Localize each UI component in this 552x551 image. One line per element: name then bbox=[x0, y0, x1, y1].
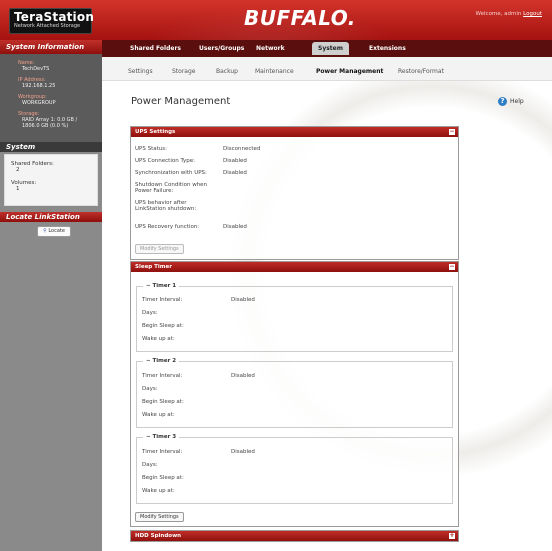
timer-3-begin-label: Begin Sleep at: bbox=[142, 475, 184, 481]
buffalo-brand: BUFFALO. bbox=[244, 6, 356, 30]
sidebar: System Information Name: TechDevTS IP Ad… bbox=[0, 40, 102, 551]
timer-3-group: − Timer 3 Timer Interval: Disabled Days:… bbox=[136, 434, 453, 504]
locate-button-label: Locate bbox=[48, 228, 65, 234]
storage-value-line2: 1806.0 GB (0.0 %) bbox=[22, 123, 69, 129]
ip-value: 192.168.1.25 bbox=[22, 83, 56, 89]
collapse-icon[interactable]: − bbox=[449, 129, 455, 135]
terastation-logo: TeraStation Network Attached Storage bbox=[9, 8, 95, 34]
shutdown-condition-label: Shutdown Condition when Power Failure: bbox=[135, 182, 208, 194]
timer-3-interval-value: Disabled bbox=[231, 449, 255, 455]
tab-shared-folders[interactable]: Shared Folders bbox=[124, 42, 187, 55]
sync-with-ups-value: Disabled bbox=[223, 170, 247, 176]
ups-behavior-label: UPS behavior after LinkStation shutdown: bbox=[135, 200, 197, 212]
timer-1-title: Timer 1 bbox=[152, 283, 177, 289]
timer-1-interval-value: Disabled bbox=[231, 297, 255, 303]
sleep-timer-title: Sleep Timer bbox=[135, 264, 172, 270]
sleep-modify-settings-button[interactable]: Modify Settings bbox=[135, 512, 184, 522]
timer-2-group: − Timer 2 Timer Interval: Disabled Days:… bbox=[136, 358, 453, 428]
system-information-header: System Information bbox=[0, 40, 102, 54]
locate-button[interactable]: ⚲ Locate bbox=[37, 226, 71, 237]
volumes-value: 1 bbox=[16, 186, 20, 192]
main-content: Power Management ? Help UPS Settings − U… bbox=[102, 81, 552, 551]
tab-system[interactable]: System bbox=[312, 42, 349, 55]
expand-icon[interactable]: + bbox=[449, 533, 455, 539]
help-label: Help bbox=[510, 98, 524, 105]
ups-recovery-value: Disabled bbox=[223, 224, 247, 230]
tab-network[interactable]: Network bbox=[250, 42, 291, 55]
timer-3-wake-label: Wake up at: bbox=[142, 488, 175, 494]
timer-2-begin-label: Begin Sleep at: bbox=[142, 399, 184, 405]
magnifier-icon: ⚲ bbox=[43, 228, 47, 234]
subtab-settings[interactable]: Settings bbox=[128, 68, 153, 75]
ups-connection-type-label: UPS Connection Type: bbox=[135, 158, 195, 164]
timer-2-days-label: Days: bbox=[142, 386, 158, 392]
page-title: Power Management bbox=[131, 96, 231, 107]
subtab-maintenance[interactable]: Maintenance bbox=[255, 68, 294, 75]
timer-2-legend[interactable]: − Timer 2 bbox=[143, 358, 180, 364]
tab-users-groups[interactable]: Users/Groups bbox=[193, 42, 250, 55]
sync-with-ups-label: Synchronization with UPS: bbox=[135, 170, 207, 176]
help-icon: ? bbox=[498, 97, 507, 106]
timer-3-legend[interactable]: − Timer 3 bbox=[143, 434, 180, 440]
ups-modify-settings-button[interactable]: Modify Settings bbox=[135, 244, 184, 254]
ups-status-label: UPS Status: bbox=[135, 146, 167, 152]
welcome-user: Welcome, admin bbox=[475, 11, 522, 17]
timer-2-wake-label: Wake up at: bbox=[142, 412, 175, 418]
ups-status-value: Disconnected bbox=[223, 146, 261, 152]
timer-2-title: Timer 2 bbox=[152, 358, 177, 364]
workgroup-value: WORKGROUP bbox=[22, 100, 56, 106]
tab-extensions[interactable]: Extensions bbox=[363, 42, 412, 55]
system-panel: Shared Folders: 2 Volumes: 1 bbox=[4, 154, 98, 206]
hdd-spindown-header[interactable]: HDD Spindown + bbox=[131, 531, 458, 541]
shared-folders-value: 2 bbox=[16, 167, 20, 173]
logout-link[interactable]: Logout bbox=[523, 11, 542, 17]
timer-3-interval-label: Timer Interval: bbox=[142, 449, 183, 455]
subtab-storage[interactable]: Storage bbox=[172, 68, 195, 75]
help-link[interactable]: ? Help bbox=[498, 97, 524, 106]
header-bar: TeraStation Network Attached Storage BUF… bbox=[0, 0, 552, 40]
timer-1-group: − Timer 1 Timer Interval: Disabled Days:… bbox=[136, 283, 453, 352]
ups-settings-panel: UPS Settings − UPS Status: Disconnected … bbox=[130, 126, 459, 260]
sleep-timer-panel: Sleep Timer − − Timer 1 Timer Interval: … bbox=[130, 261, 459, 527]
subtab-restore-format[interactable]: Restore/Format bbox=[398, 68, 444, 75]
timer-3-days-label: Days: bbox=[142, 462, 158, 468]
logo-subtitle: Network Attached Storage bbox=[14, 23, 81, 29]
hdd-spindown-panel: HDD Spindown + bbox=[130, 530, 459, 542]
timer-2-interval-label: Timer Interval: bbox=[142, 373, 183, 379]
ups-recovery-label: UPS Recovery function: bbox=[135, 224, 200, 230]
timer-1-wake-label: Wake up at: bbox=[142, 336, 175, 342]
timer-1-days-label: Days: bbox=[142, 310, 158, 316]
system-information-panel: Name: TechDevTS IP Address: 192.168.1.25… bbox=[0, 54, 102, 142]
timer-3-title: Timer 3 bbox=[152, 434, 177, 440]
subtab-power-management[interactable]: Power Management bbox=[316, 68, 383, 75]
logo-title: TeraStation bbox=[14, 10, 95, 24]
collapse-icon[interactable]: − bbox=[449, 264, 455, 270]
subtab-backup[interactable]: Backup bbox=[216, 68, 238, 75]
timer-1-interval-label: Timer Interval: bbox=[142, 297, 183, 303]
timer-1-legend[interactable]: − Timer 1 bbox=[143, 283, 180, 289]
system-header: System bbox=[0, 142, 102, 152]
ups-settings-header[interactable]: UPS Settings − bbox=[131, 127, 458, 137]
timer-2-interval-value: Disabled bbox=[231, 373, 255, 379]
name-value: TechDevTS bbox=[22, 66, 50, 72]
ups-settings-title: UPS Settings bbox=[135, 129, 176, 135]
locate-header: Locate LinkStation bbox=[0, 212, 102, 222]
sub-tabs: Settings Storage Backup Maintenance Powe… bbox=[102, 57, 552, 81]
main-tabs: Shared Folders Users/Groups Network Syst… bbox=[102, 40, 552, 57]
timer-1-begin-label: Begin Sleep at: bbox=[142, 323, 184, 329]
hdd-spindown-title: HDD Spindown bbox=[135, 533, 182, 539]
ups-connection-type-value: Disabled bbox=[223, 158, 247, 164]
sleep-timer-header[interactable]: Sleep Timer − bbox=[131, 262, 458, 272]
welcome-text: Welcome, admin Logout bbox=[476, 11, 542, 17]
